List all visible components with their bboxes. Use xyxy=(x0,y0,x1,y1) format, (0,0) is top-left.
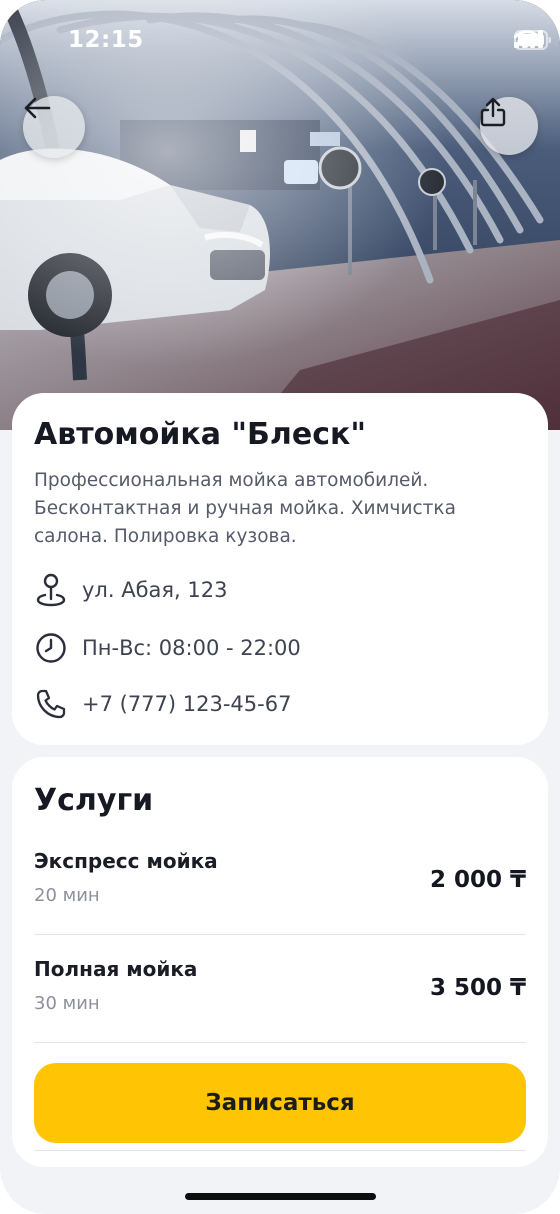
service-name: Полная мойка xyxy=(34,957,198,981)
service-name: Экспресс мойка xyxy=(34,849,218,873)
hero-photo: 12:15 xyxy=(0,0,560,430)
service-duration: 30 мин xyxy=(34,993,100,1014)
service-price: 2 000 ₸ xyxy=(429,867,526,893)
business-name: Автомойка "Блеск" xyxy=(34,417,366,452)
home-indicator[interactable] xyxy=(185,1193,376,1200)
address-row[interactable]: ул. Абая, 123 xyxy=(34,573,227,607)
service-item[interactable]: Экспресс мойка 20 мин 2 000 ₸ xyxy=(34,827,526,935)
service-item[interactable]: Полная мойка 30 мин 3 500 ₸ xyxy=(34,935,526,1043)
car-wash-illustration xyxy=(0,0,560,430)
hours-text: Пн-Вс: 08:00 - 22:00 xyxy=(82,636,301,660)
business-info-card: Автомойка "Блеск" Профессиональная мойка… xyxy=(12,393,548,745)
book-button[interactable]: Записаться xyxy=(34,1063,526,1143)
share-button[interactable] xyxy=(480,97,538,155)
phone-icon xyxy=(34,687,68,721)
screen: 12:15 Автомойка "Блеск" Профессиональная… xyxy=(0,0,560,1214)
clock-icon xyxy=(34,631,68,665)
back-button[interactable] xyxy=(23,96,85,158)
business-description: Профессиональная мойка автомобилей. Беск… xyxy=(34,470,456,547)
phone-row[interactable]: +7 (777) 123-45-67 xyxy=(34,687,291,721)
location-pin-icon xyxy=(34,573,68,607)
phone-text: +7 (777) 123-45-67 xyxy=(82,692,292,716)
hours-row: Пн-Вс: 08:00 - 22:00 xyxy=(34,631,301,665)
arrow-left-icon xyxy=(24,97,51,119)
services-title: Услуги xyxy=(34,783,154,818)
battery-icon xyxy=(514,30,551,50)
address-text: ул. Абая, 123 xyxy=(82,578,228,602)
service-price: 3 500 ₸ xyxy=(429,975,526,1001)
service-duration: 20 мин xyxy=(34,885,100,906)
status-time: 12:15 xyxy=(68,27,144,53)
share-icon xyxy=(480,97,506,127)
